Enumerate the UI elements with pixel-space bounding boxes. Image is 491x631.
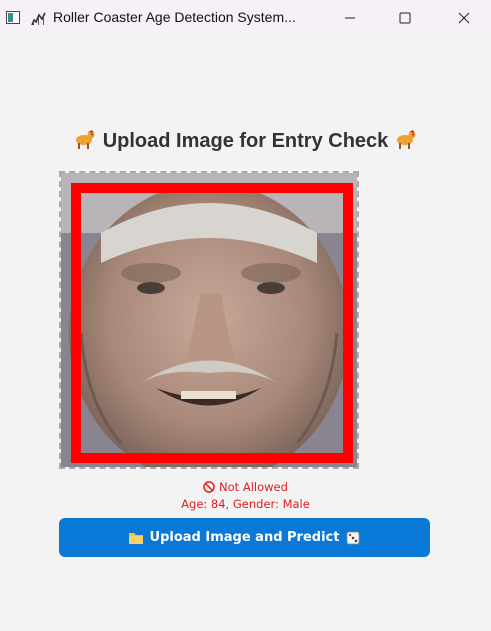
folder-icon <box>128 532 143 544</box>
maximize-button[interactable] <box>383 0 427 36</box>
minimize-button[interactable] <box>328 0 372 36</box>
face-detection-box <box>71 183 353 463</box>
result-details: Age: 84, Gender: Male <box>181 497 310 511</box>
upload-predict-button[interactable]: Upload Image and Predict <box>59 518 430 557</box>
close-icon <box>458 12 470 24</box>
prohibited-icon <box>203 481 215 493</box>
upload-button-label: Upload Image and Predict <box>149 530 340 545</box>
heading-text: Upload Image for Entry Check <box>102 130 389 152</box>
page-heading: Upload Image for Entry Check <box>0 128 491 153</box>
image-preview <box>59 171 359 469</box>
close-button[interactable] <box>442 0 486 36</box>
carousel-horse-icon <box>75 130 95 149</box>
roller-coaster-icon <box>31 12 46 26</box>
dice-icon <box>347 531 360 544</box>
window-title: Roller Coaster Age Detection System... <box>53 9 296 25</box>
carousel-horse-icon <box>397 130 416 149</box>
maximize-icon <box>399 12 411 24</box>
result-status: Not Allowed <box>0 480 491 494</box>
minimize-icon <box>345 17 355 19</box>
title-bar: Roller Coaster Age Detection System... <box>0 0 491 36</box>
status-text: Not Allowed <box>219 480 288 494</box>
app-window-icon <box>6 11 20 24</box>
